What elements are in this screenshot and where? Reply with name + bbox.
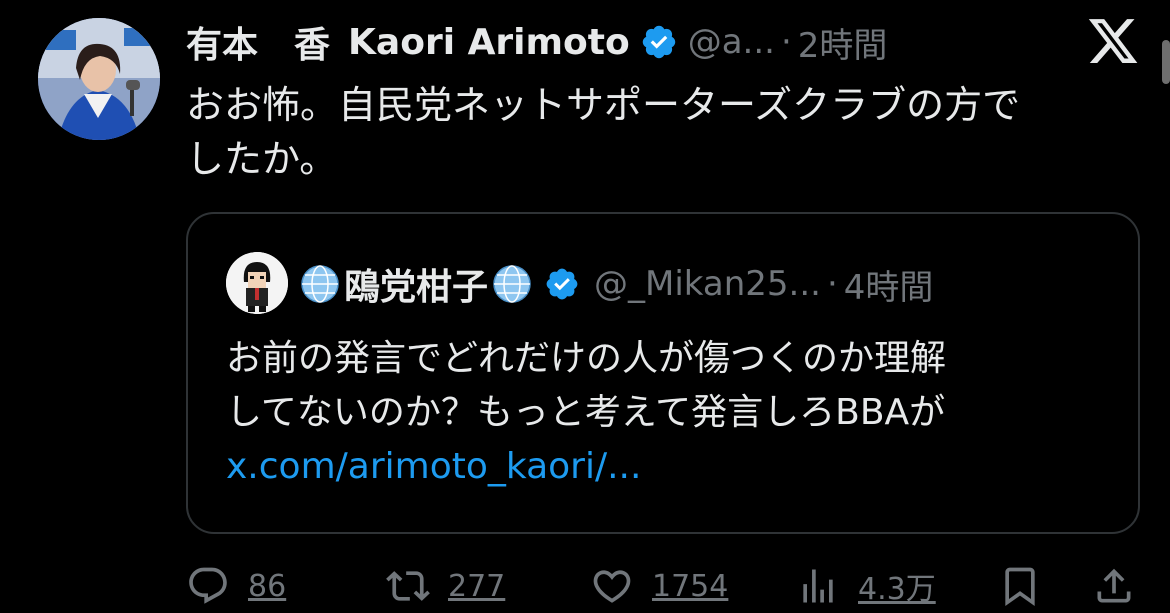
author-handle[interactable]: @a...: [688, 22, 775, 62]
views-chart-icon: [803, 569, 833, 603]
globe-icon: [301, 265, 339, 303]
share-button[interactable]: [1092, 560, 1136, 612]
quoted-tweet-header: 鴎党柑子 @_Mikan25... · 4時間: [300, 258, 933, 310]
tweet-text-line: したか。: [186, 137, 338, 181]
views-count[interactable]: 4.3万: [858, 564, 936, 608]
retweet-icon: [386, 571, 430, 601]
globe-icon: [493, 265, 531, 303]
quoted-author-handle[interactable]: @_Mikan25...: [594, 264, 821, 304]
separator-dot: ·: [826, 264, 838, 304]
quoted-text-line: してないのか？もっと考えて発言しろBBAが: [226, 392, 946, 433]
separator-dot: ·: [780, 22, 792, 62]
quoted-tweet-timestamp[interactable]: 4時間: [844, 260, 934, 309]
views-button[interactable]: 4.3万: [796, 560, 936, 612]
retweet-count[interactable]: 277: [448, 569, 505, 604]
tweet-timestamp[interactable]: 2時間: [798, 18, 888, 67]
share-icon: [1097, 568, 1131, 603]
quoted-tweet-link[interactable]: x.com/arimoto_kaori/...: [226, 440, 1106, 494]
heart-icon: [593, 570, 631, 603]
reply-button[interactable]: 86: [186, 560, 286, 612]
quoted-tweet-text: お前の発言でどれだけの人が傷つくのか理解 してないのか？もっと考えて発言しろBB…: [226, 332, 1106, 494]
quoted-author-avatar[interactable]: [226, 252, 288, 314]
reply-icon: [189, 567, 227, 604]
verified-badge-icon: [546, 268, 578, 300]
reply-count[interactable]: 86: [248, 569, 286, 604]
bookmark-icon: [1005, 567, 1035, 607]
x-logo-icon[interactable]: [1086, 14, 1140, 68]
quoted-author-name[interactable]: 鴎党柑子: [344, 258, 488, 310]
tweet-text: おお怖。自民党ネットサポーターズクラブの方で したか。: [186, 78, 1116, 186]
tweet-text-line: おお怖。自民党ネットサポーターズクラブの方で: [186, 83, 1021, 127]
like-button[interactable]: 1754: [590, 560, 728, 612]
retweet-button[interactable]: 277: [386, 560, 505, 612]
verified-badge-icon: [642, 25, 675, 59]
quoted-tweet[interactable]: 鴎党柑子 @_Mikan25... · 4時間 お前の発言でどれだけの人が傷つく…: [186, 212, 1140, 534]
author-display-name[interactable]: 有本 香: [186, 16, 330, 68]
scrollbar[interactable]: [1162, 40, 1170, 84]
tweet-card[interactable]: 有本 香 Kaori Arimoto @a... · 2時間 おお怖。自民党ネッ…: [0, 0, 1170, 613]
author-avatar[interactable]: [38, 18, 160, 140]
author-display-name-en[interactable]: Kaori Arimoto: [348, 22, 630, 63]
action-bar: 86 277 1754 4.3万: [186, 560, 1156, 612]
quoted-text-line: お前の発言でどれだけの人が傷つくのか理解: [226, 338, 947, 379]
tweet-header: 有本 香 Kaori Arimoto @a... · 2時間: [186, 14, 887, 70]
like-count[interactable]: 1754: [652, 569, 728, 604]
bookmark-button[interactable]: [998, 560, 1042, 612]
